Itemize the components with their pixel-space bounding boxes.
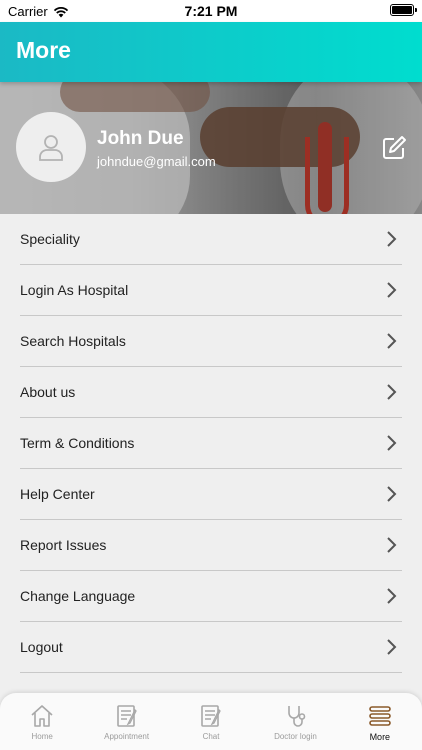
menu-icon xyxy=(369,706,391,726)
tab-chat[interactable]: Chat xyxy=(169,693,253,750)
menu-item-speciality[interactable]: Speciality xyxy=(20,214,402,265)
menu-list: Speciality Login As Hospital Search Hosp… xyxy=(20,214,402,673)
menu-item-help-center[interactable]: Help Center xyxy=(20,469,402,520)
menu-item-login-as-hospital[interactable]: Login As Hospital xyxy=(20,265,402,316)
app-bar: More xyxy=(0,22,422,82)
tab-home[interactable]: Home xyxy=(0,693,84,750)
chevron-right-icon xyxy=(387,639,397,655)
bottom-tab-bar: Home Appointment Chat Doctor login More xyxy=(0,693,422,750)
edit-icon xyxy=(383,136,406,159)
menu-item-label: Login As Hospital xyxy=(20,282,129,298)
menu-item-change-language[interactable]: Change Language xyxy=(20,571,402,622)
chevron-right-icon xyxy=(387,384,397,400)
clock: 7:21 PM xyxy=(184,3,238,19)
page-title: More xyxy=(16,37,71,63)
tab-doctor-login[interactable]: Doctor login xyxy=(253,693,337,750)
chevron-right-icon xyxy=(387,333,397,349)
avatar[interactable] xyxy=(16,112,86,182)
status-bar: Carrier 7:21 PM xyxy=(0,0,422,22)
chat-icon xyxy=(201,705,221,727)
menu-item-label: Logout xyxy=(20,639,63,655)
menu-item-label: Help Center xyxy=(20,486,95,502)
menu-item-label: Report Issues xyxy=(20,537,107,553)
edit-profile-button[interactable] xyxy=(380,134,408,162)
menu-item-label: Speciality xyxy=(20,231,80,247)
tab-label: Doctor login xyxy=(274,732,317,741)
profile-name: John Due xyxy=(97,128,184,149)
menu-item-label: Change Language xyxy=(20,588,136,604)
tab-label: More xyxy=(369,732,391,742)
profile-email: johndue@gmail.com xyxy=(97,154,216,169)
chevron-right-icon xyxy=(387,435,397,451)
tab-appointment[interactable]: Appointment xyxy=(84,693,168,750)
tab-label: Home xyxy=(31,732,53,741)
menu-item-label: About us xyxy=(20,384,76,400)
menu-item-terms-conditions[interactable]: Term & Conditions xyxy=(20,418,402,469)
battery-icon xyxy=(390,4,417,16)
appointment-icon xyxy=(116,705,137,727)
chevron-right-icon xyxy=(387,231,397,247)
tab-label: Appointment xyxy=(104,732,150,741)
tab-more[interactable]: More xyxy=(338,693,422,750)
menu-item-label: Search Hospitals xyxy=(20,333,126,349)
menu-item-label: Term & Conditions xyxy=(20,435,135,451)
menu-item-report-issues[interactable]: Report Issues xyxy=(20,520,402,571)
chevron-right-icon xyxy=(387,537,397,553)
profile-banner: John Due johndue@gmail.com xyxy=(0,82,422,214)
menu-item-search-hospitals[interactable]: Search Hospitals xyxy=(20,316,402,367)
menu-item-about-us[interactable]: About us xyxy=(20,367,402,418)
home-icon xyxy=(31,705,53,727)
tab-label: Chat xyxy=(202,732,220,741)
chevron-right-icon xyxy=(387,486,397,502)
user-icon xyxy=(39,135,63,161)
chevron-right-icon xyxy=(387,282,397,298)
chevron-right-icon xyxy=(387,588,397,604)
menu-item-logout[interactable]: Logout xyxy=(20,622,402,673)
stethoscope-icon xyxy=(288,706,306,727)
